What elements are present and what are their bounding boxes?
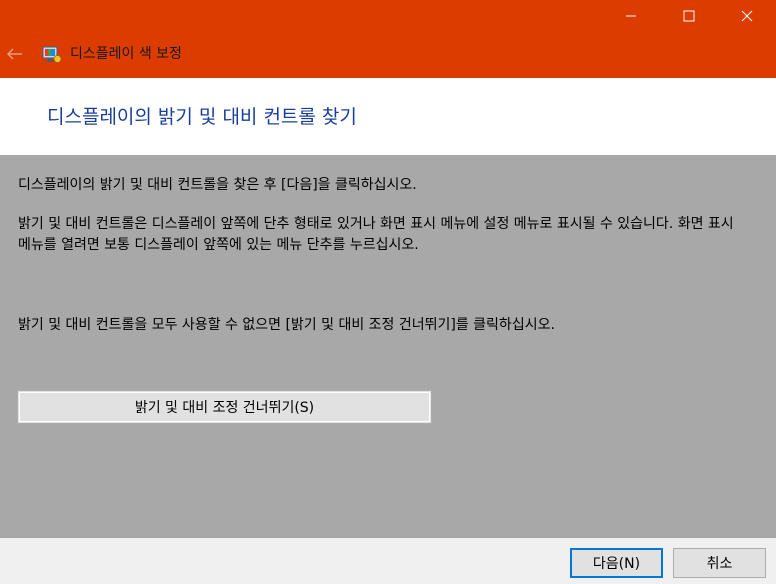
display-color-calibration-icon xyxy=(42,46,62,63)
page-heading: 디스플레이의 밝기 및 대비 컨트롤 찾기 xyxy=(47,106,357,128)
back-button[interactable] xyxy=(0,38,30,70)
maximize-button[interactable] xyxy=(660,0,718,32)
window-title: 디스플레이 색 보정 xyxy=(70,46,182,62)
minimize-icon xyxy=(626,15,636,17)
skip-instruction-text: 밝기 및 대비 컨트롤을 모두 사용할 수 없으면 [밝기 및 대비 조정 건너… xyxy=(18,317,555,333)
skip-adjustment-button-label: 밝기 및 대비 조정 건너뛰기(S) xyxy=(134,400,315,416)
skip-adjustment-button[interactable]: 밝기 및 대비 조정 건너뛰기(S) xyxy=(17,390,432,424)
next-button[interactable]: 다음(N) xyxy=(570,548,663,578)
description-text: 밝기 및 대비 컨트롤은 디스플레이 앞쪽에 단추 형태로 있거나 화면 표시 … xyxy=(18,216,734,253)
back-arrow-icon xyxy=(7,48,22,60)
close-icon xyxy=(741,10,753,22)
next-button-label: 다음(N) xyxy=(592,556,641,572)
cancel-button[interactable]: 취소 xyxy=(673,548,766,578)
close-button[interactable] xyxy=(718,0,776,32)
minimize-button[interactable] xyxy=(602,0,660,32)
cancel-button-label: 취소 xyxy=(706,556,733,572)
instruction-text: 디스플레이의 밝기 및 대비 컨트롤을 찾은 후 [다음]을 클릭하십시오. xyxy=(18,177,417,193)
maximize-icon xyxy=(683,10,695,22)
content-panel xyxy=(0,155,776,538)
